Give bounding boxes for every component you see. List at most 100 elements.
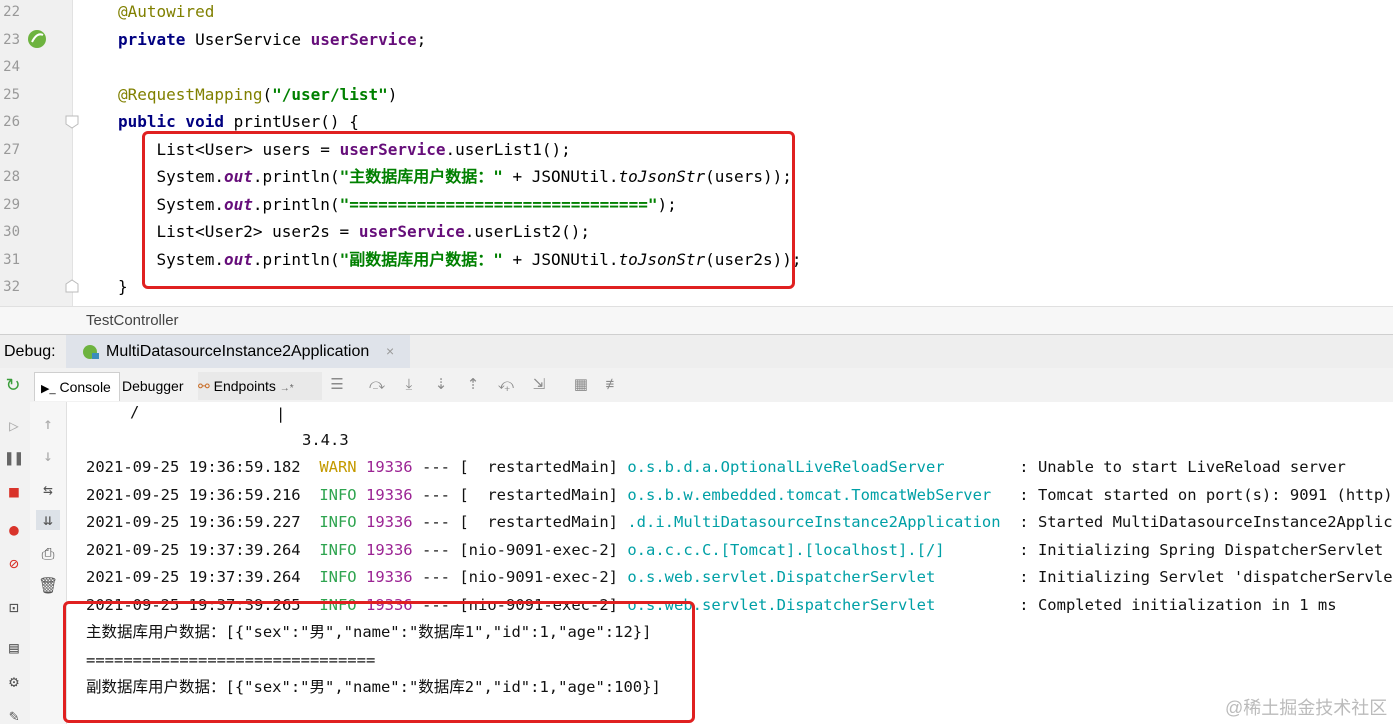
log-pid: 19336	[365, 458, 413, 476]
endpoints-pin-icon[interactable]: →*	[280, 383, 294, 394]
scroll-to-end-icon[interactable]: ⇊	[36, 510, 60, 530]
layout-icon[interactable]: ▤	[4, 638, 24, 658]
console-output[interactable]: / | 3.4.3 2021-09-25 19:36:59.182 WARN 1…	[63, 402, 1393, 724]
banner-bar: |	[276, 405, 286, 423]
log-logger: o.s.b.w.embedded.tomcat.TomcatWebServer	[627, 485, 1010, 504]
clear-all-icon[interactable]: 🗑	[38, 576, 58, 596]
line-number: 32	[3, 279, 20, 295]
soft-wrap-icon[interactable]: ⇆	[38, 480, 58, 500]
log-msg: : Started MultiDatasourceInstance2Applic…	[1019, 513, 1393, 531]
code-line[interactable]: private UserService userService;	[118, 30, 426, 50]
watermark: @稀土掘金技术社区	[1225, 698, 1388, 718]
line-number: 27	[3, 141, 20, 158]
line-number: 30	[3, 224, 20, 240]
spring-boot-version: 3.4.3	[302, 431, 349, 449]
show-execution-point-icon[interactable]: ⤼	[368, 376, 386, 394]
code-line[interactable]: }	[118, 277, 128, 297]
log-logger: o.s.web.servlet.DispatcherServlet	[627, 568, 1010, 586]
log-pid: 19336	[365, 540, 413, 559]
rerun-icon[interactable]: ↻	[4, 376, 22, 394]
log-ts: 2021-09-25 19:36:59.216	[86, 485, 301, 504]
code-line[interactable]: public void printUser() {	[118, 112, 359, 132]
log-msg: : Initializing Spring DispatcherServlet …	[1019, 540, 1393, 559]
log-thread: [ restartedMain]	[459, 485, 618, 504]
fold-marker-icon[interactable]	[64, 114, 80, 130]
code-editor[interactable]: 22 @Autowired 23 private UserService userSe…	[0, 0, 1393, 306]
evaluate-expression-icon[interactable]: ▦	[572, 376, 590, 394]
up-arrow-icon[interactable]: ↑	[38, 414, 58, 434]
debug-label: Debug:	[4, 343, 56, 360]
stop-icon[interactable]: ■	[4, 482, 24, 502]
line-number: 22	[3, 4, 20, 20]
log-pid: 19336	[365, 568, 413, 586]
log-thread: [nio-9091-exec-2]	[459, 540, 618, 559]
step-into-icon[interactable]: ⇣	[432, 376, 450, 394]
run-config-tab[interactable]: MultiDatasourceInstance2Application ×	[66, 335, 410, 369]
tab-console[interactable]: ▶_ Console	[34, 372, 120, 401]
tab-debugger-label: Debugger	[122, 378, 184, 394]
line-number: 26	[3, 114, 20, 130]
settings-icon[interactable]: ⚙	[4, 672, 24, 692]
log-line: 2021-09-25 19:37:39.264 INFO 19336 --- […	[86, 540, 1393, 560]
log-line: 2021-09-25 19:36:59.227 INFO 19336 --- […	[86, 512, 1393, 532]
down-arrow-icon[interactable]: ↓	[38, 446, 58, 466]
pause-icon[interactable]: ❚❚	[4, 448, 24, 468]
code-token: printUser() {	[233, 112, 359, 131]
log-logger: .d.i.MultiDatasourceInstance2Application	[627, 513, 1010, 531]
resume-icon[interactable]: ▷	[4, 416, 24, 436]
code-token: @RequestMapping	[118, 84, 263, 104]
code-highlight-box	[142, 131, 795, 289]
line-number: 28	[3, 169, 20, 185]
spring-bean-icon[interactable]	[26, 28, 48, 50]
pin-icon[interactable]: ✎	[4, 706, 24, 726]
code-token: @Autowired	[118, 2, 215, 21]
breadcrumb-class[interactable]: TestController	[86, 312, 179, 329]
log-ts: 2021-09-25 19:36:59.227	[86, 513, 301, 531]
log-line: 2021-09-25 19:36:59.216 INFO 19336 --- […	[86, 485, 1393, 505]
print-icon[interactable]: ⎙	[38, 544, 58, 564]
log-pid: 19336	[365, 513, 413, 531]
tab-console-label: Console	[59, 379, 111, 395]
fold-end-icon[interactable]	[64, 278, 80, 294]
spring-boot-icon	[83, 345, 99, 359]
close-tab-icon[interactable]: ×	[386, 343, 394, 359]
code-line[interactable]: @RequestMapping("/user/list")	[118, 85, 397, 105]
log-line: 2021-09-25 19:36:59.182 WARN 19336 --- […	[86, 457, 1346, 477]
log-ts: 2021-09-25 19:36:59.182	[86, 458, 301, 476]
tab-endpoints[interactable]: ⚯ Endpoints →*	[198, 372, 322, 400]
line-number: 24	[3, 59, 20, 75]
view-breakpoints-icon[interactable]: ●	[4, 520, 24, 540]
log-msg: : Unable to start LiveReload server	[1019, 458, 1346, 476]
log-logger: o.s.b.d.a.OptionalLiveReloadServer	[627, 458, 1010, 476]
debug-side-toolbar: ▷ ❚❚ ■ ● ⊘ ⊡ ▤ ⚙ ✎	[0, 402, 31, 726]
log-sep: ---	[422, 485, 450, 504]
force-step-into-icon[interactable]: ⇡	[464, 376, 482, 394]
log-level: INFO	[319, 513, 357, 531]
mute-breakpoints-icon[interactable]: ⊘	[4, 554, 24, 574]
code-line[interactable]: @Autowired	[118, 2, 214, 22]
log-level: INFO	[319, 568, 357, 586]
code-token: )	[387, 84, 398, 104]
debug-tool-window-header: Debug: MultiDatasourceInstance2Applicati…	[0, 334, 1393, 370]
endpoints-icon: ⚯	[198, 378, 210, 394]
menu-icon[interactable]: ☰	[328, 376, 346, 394]
trace-icon[interactable]: ≢	[604, 376, 622, 394]
breadcrumb[interactable]: TestController	[0, 306, 1393, 335]
tab-debugger[interactable]: Debugger	[122, 372, 194, 400]
log-thread: [ restartedMain]	[459, 458, 618, 476]
code-token: private	[118, 29, 196, 49]
log-level: INFO	[319, 540, 357, 559]
output-highlight-box	[63, 601, 695, 723]
log-pid: 19336	[365, 485, 413, 504]
line-number: 23	[3, 31, 20, 48]
step-out-icon[interactable]: ⤽	[497, 376, 515, 394]
log-ts: 2021-09-25 19:37:39.264	[86, 568, 301, 586]
camera-icon[interactable]: ⊡	[4, 598, 24, 618]
run-to-cursor-icon[interactable]: ⇲	[530, 376, 548, 394]
line-number: 25	[3, 86, 20, 103]
log-level: INFO	[319, 485, 357, 504]
code-token: UserService	[195, 29, 311, 49]
log-msg: : Tomcat started on port(s): 9091 (http)…	[1019, 485, 1393, 504]
step-over-icon[interactable]: ⤓	[400, 376, 418, 394]
debug-toolbar: ↻ ▶_ Console Debugger ⚯ Endpoints →* ☰ ⤼…	[0, 368, 1393, 403]
